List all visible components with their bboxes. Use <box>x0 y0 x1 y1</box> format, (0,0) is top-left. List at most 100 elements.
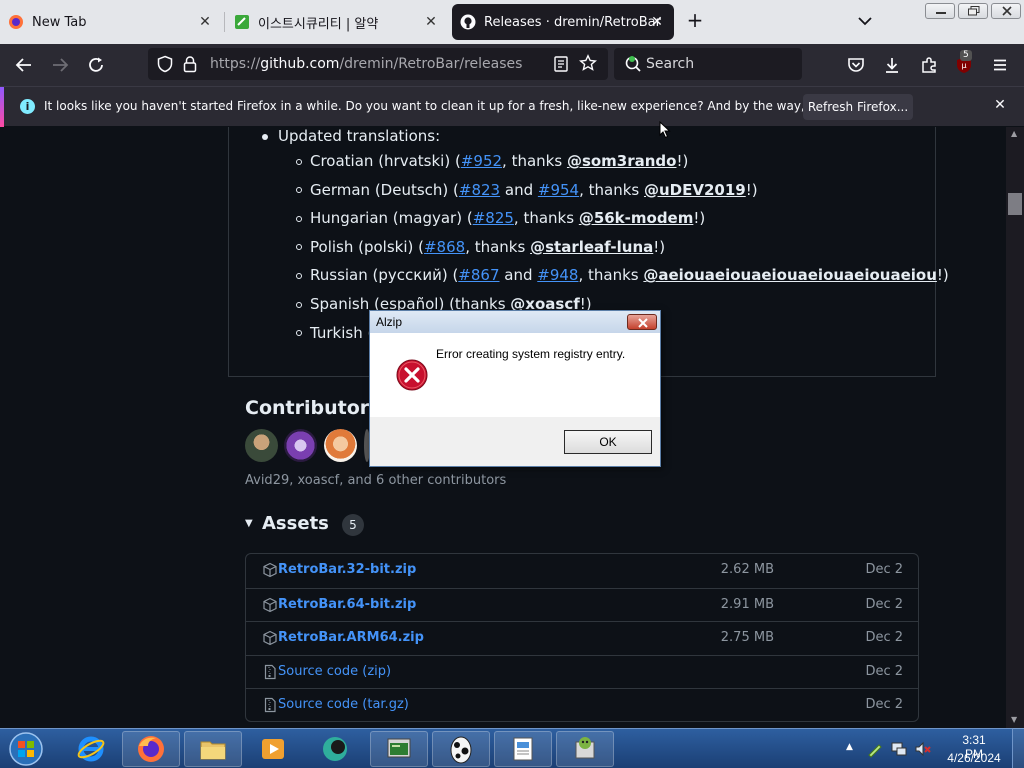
user-mention-link[interactable]: @som3rando <box>567 152 677 170</box>
taskbar-ie[interactable] <box>62 731 120 767</box>
triangle-down-icon[interactable]: ▼ <box>245 518 253 529</box>
tab-alyac[interactable]: 이스트시큐리티 | 알약 ✕ <box>226 4 448 40</box>
chevron-down-icon <box>858 17 872 26</box>
dialog-titlebar[interactable]: Alzip <box>370 311 660 333</box>
translation-item: Turkish ( <box>296 324 373 342</box>
user-mention-link[interactable]: @uDEV2019 <box>644 181 746 199</box>
contributors-summary: Avid29, xoascf, and 6 other contributors <box>245 473 507 488</box>
user-mention-link[interactable]: @aeiouaeiouaeiouaeiouaeiouaeiou <box>643 266 937 284</box>
closing-text: !) <box>693 209 706 228</box>
pocket-button[interactable] <box>844 53 868 77</box>
info-icon: i <box>20 99 35 114</box>
minimize-button[interactable] <box>925 3 955 19</box>
program-window-icon <box>387 738 411 758</box>
reload-button[interactable] <box>84 53 108 77</box>
section-heading: Updated translations: <box>278 127 441 145</box>
taskbar-document[interactable] <box>494 731 552 767</box>
scroll-down-icon[interactable]: ▼ <box>1011 715 1017 724</box>
reload-icon <box>89 57 103 72</box>
lock-icon[interactable] <box>182 55 198 77</box>
asset-name: RetroBar.64-bit.zip <box>278 596 417 612</box>
package-icon <box>263 562 277 578</box>
show-desktop-button[interactable] <box>1012 728 1024 768</box>
dialog-close-button[interactable] <box>627 314 657 330</box>
forward-button[interactable] <box>48 53 72 77</box>
thanks-text: , thanks <box>465 237 531 256</box>
asset-link[interactable]: Source code (zip) <box>278 664 391 679</box>
issue-link[interactable]: #948 <box>537 266 578 284</box>
asset-row: RetroBar.32-bit.zip 2.62 MB Dec 2 <box>246 554 918 587</box>
url-bar[interactable]: https://github.com/dremin/RetroBar/relea… <box>148 48 608 80</box>
issue-link[interactable]: #868 <box>424 238 465 256</box>
close-window-button[interactable] <box>991 3 1021 19</box>
tab-releases[interactable]: Releases · dremin/RetroBar ✕ <box>452 4 674 40</box>
asset-format: (zip) <box>358 663 392 679</box>
new-tab-button[interactable]: + <box>684 10 706 32</box>
issue-link[interactable]: #867 <box>458 266 499 284</box>
asset-link[interactable]: RetroBar.ARM64.zip <box>278 630 424 645</box>
scroll-thumb[interactable] <box>1008 193 1022 215</box>
start-button[interactable] <box>6 731 46 767</box>
asset-link[interactable]: Source code (tar.gz) <box>278 697 409 712</box>
user-mention-link[interactable]: @56k-modem <box>579 209 694 227</box>
taskbar-alzip[interactable] <box>432 731 490 767</box>
tracking-protection-icon[interactable] <box>156 55 174 77</box>
restore-button[interactable] <box>958 3 988 19</box>
show-hidden-icons-icon[interactable]: ▲ <box>846 742 853 752</box>
close-tab-icon[interactable]: ✕ <box>422 13 440 31</box>
minimize-icon <box>936 12 946 14</box>
package-icon <box>263 631 277 646</box>
assets-heading[interactable]: Assets <box>262 513 329 534</box>
extensions-button[interactable] <box>917 53 941 77</box>
bullet <box>296 215 302 222</box>
back-button[interactable] <box>12 53 36 77</box>
clock-date[interactable]: 4/26/2024 <box>942 751 1006 765</box>
scroll-up-icon[interactable]: ▲ <box>1011 129 1017 138</box>
ok-button[interactable]: OK <box>564 430 652 454</box>
list-all-tabs-button[interactable] <box>854 10 876 32</box>
reader-view-icon[interactable] <box>553 55 569 77</box>
issue-link[interactable]: #823 <box>459 181 500 199</box>
menu-button[interactable] <box>988 53 1012 77</box>
avatar[interactable] <box>245 429 278 462</box>
issue-link[interactable]: #825 <box>473 209 514 227</box>
search-bar[interactable]: Search <box>614 48 802 80</box>
user-mention-link[interactable]: @starleaf-luna <box>530 238 653 256</box>
url-prefix: https:// <box>210 56 261 72</box>
close-tab-icon[interactable]: ✕ <box>648 13 666 31</box>
bookmark-star-icon[interactable] <box>579 54 597 76</box>
asset-link[interactable]: RetroBar.64-bit.zip <box>278 597 416 612</box>
issue-link[interactable]: #954 <box>538 181 579 199</box>
taskbar-firefox[interactable] <box>122 731 180 767</box>
taskbar-program[interactable] <box>370 731 428 767</box>
asset-date: Dec 2 <box>865 596 903 612</box>
vertical-scrollbar[interactable]: ▲ ▼ <box>1006 127 1024 728</box>
asset-link[interactable]: RetroBar.32-bit.zip <box>278 562 416 577</box>
refresh-firefox-button[interactable]: Refresh Firefox... <box>803 94 913 120</box>
bullet <box>296 301 302 308</box>
avatar[interactable] <box>284 429 317 462</box>
asset-date: Dec 2 <box>865 663 903 679</box>
avatar[interactable] <box>324 429 357 462</box>
notification-message: It looks like you haven't started Firefo… <box>44 99 900 113</box>
taskbar-installer[interactable] <box>556 731 614 767</box>
issue-link[interactable]: #952 <box>461 152 502 170</box>
closing-text: !) <box>676 152 689 170</box>
close-notification-icon[interactable]: ✕ <box>992 97 1008 117</box>
nav-toolbar: https://github.com/dremin/RetroBar/relea… <box>0 44 1024 86</box>
network-icon[interactable] <box>890 740 908 758</box>
taskbar-media-player[interactable] <box>244 731 302 767</box>
close-icon <box>638 318 648 328</box>
package-icon <box>263 597 277 612</box>
closing-text: !) <box>745 180 758 199</box>
url-text[interactable]: https://github.com/dremin/RetroBar/relea… <box>210 56 522 72</box>
close-tab-icon[interactable]: ✕ <box>196 13 214 31</box>
taskbar-app[interactable] <box>306 731 364 767</box>
tab-new-tab[interactable]: New Tab ✕ <box>0 4 222 40</box>
volume-muted-icon[interactable] <box>914 740 932 758</box>
taskbar-explorer[interactable] <box>184 731 242 767</box>
tray-pen-icon[interactable] <box>866 740 884 758</box>
downloads-button[interactable] <box>880 53 904 77</box>
tab-title: New Tab <box>32 14 87 30</box>
alzip-egg-icon <box>450 736 472 764</box>
